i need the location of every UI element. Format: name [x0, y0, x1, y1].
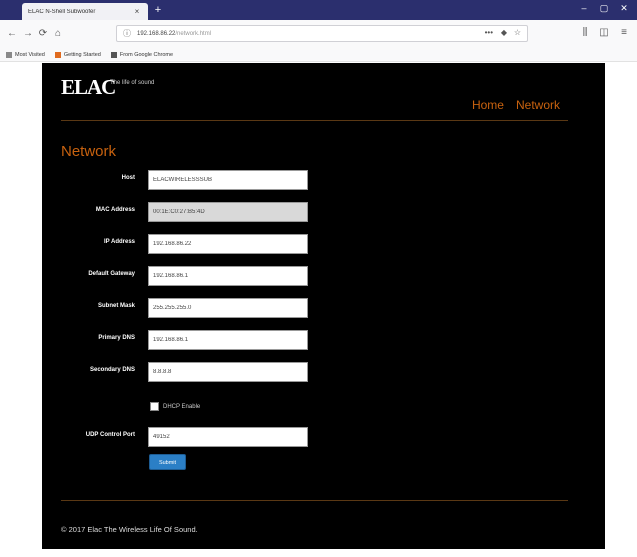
- tab-close-icon[interactable]: ×: [132, 7, 142, 16]
- reload-icon[interactable]: ⟳: [37, 28, 49, 39]
- udp-port-input[interactable]: [148, 427, 308, 447]
- sidebar-icon[interactable]: ◫: [597, 27, 611, 38]
- ip-address-input[interactable]: [148, 234, 308, 254]
- url-path: /network.html: [175, 30, 212, 37]
- gateway-row: Default Gateway: [42, 266, 605, 286]
- nav-toolbar: ← → ⟳ ⌂ ⓘ 192.168.86.22 /network.html ••…: [0, 20, 637, 49]
- tab-elac[interactable]: ELAC N-Shell Subwoofer ×: [22, 3, 148, 20]
- udp-row: UDP Control Port: [42, 427, 605, 447]
- bookmarks-toolbar: Most Visited Getting Started From Google…: [0, 48, 637, 62]
- url-host: 192.168.86.22: [137, 30, 176, 37]
- close-window-icon[interactable]: ✕: [617, 3, 631, 14]
- field-label: Host: [121, 175, 135, 181]
- field-label: MAC Address: [95, 207, 135, 213]
- maximize-icon[interactable]: ▢: [597, 3, 611, 14]
- page-title: Network: [61, 143, 117, 160]
- bookmark-from-chrome[interactable]: From Google Chrome: [110, 51, 173, 58]
- firefox-icon: [54, 51, 61, 58]
- host-input[interactable]: [148, 170, 308, 190]
- default-gateway-input[interactable]: [148, 266, 308, 286]
- logo-tagline: The life of sound: [110, 80, 155, 86]
- primary-dns-input[interactable]: [148, 330, 308, 350]
- secondary-dns-row: Secondary DNS: [42, 362, 605, 382]
- tab-title: ELAC N-Shell Subwoofer: [28, 8, 96, 15]
- subnet-mask-input[interactable]: [148, 298, 308, 318]
- forward-icon[interactable]: →: [22, 28, 34, 39]
- subnet-row: Subnet Mask: [42, 298, 605, 318]
- bookmark-star-icon[interactable]: ☆: [514, 28, 521, 37]
- tab-bar: ELAC N-Shell Subwoofer × + – ▢ ✕: [0, 0, 637, 20]
- url-bar[interactable]: ⓘ 192.168.86.22 /network.html ••• ◆ ☆: [116, 25, 528, 42]
- primary-dns-row: Primary DNS: [42, 330, 605, 350]
- top-nav: Home Network: [472, 98, 560, 112]
- bookmark-getting-started[interactable]: Getting Started: [54, 51, 101, 58]
- new-tab-button[interactable]: +: [152, 4, 164, 16]
- field-label: Default Gateway: [88, 271, 135, 277]
- page-info-icon[interactable]: ⓘ: [123, 28, 131, 39]
- back-icon[interactable]: ←: [6, 28, 18, 39]
- field-label: Primary DNS: [98, 335, 135, 341]
- ip-row: IP Address: [42, 234, 605, 254]
- footer-text: © 2017 Elac The Wireless Life Of Sound.: [61, 525, 198, 534]
- field-label: IP Address: [103, 239, 135, 245]
- home-icon[interactable]: ⌂: [52, 28, 64, 39]
- submit-button[interactable]: Submit: [149, 454, 186, 470]
- browser-window: ELAC N-Shell Subwoofer × + – ▢ ✕ ← → ⟳ ⌂…: [0, 0, 637, 557]
- mac-row: MAC Address: [42, 202, 605, 222]
- field-label: Subnet Mask: [97, 303, 135, 309]
- secondary-dns-input[interactable]: [148, 362, 308, 382]
- nav-home-link[interactable]: Home: [472, 98, 504, 112]
- mac-address-field: [148, 202, 308, 222]
- field-label: Secondary DNS: [89, 367, 135, 373]
- page-actions-icon[interactable]: •••: [485, 28, 493, 37]
- bookmark-most-visited[interactable]: Most Visited: [6, 51, 45, 58]
- page-content: ELAC The life of sound Home Network Netw…: [42, 63, 605, 549]
- dhcp-option: DHCP Enable: [150, 402, 200, 411]
- menu-icon[interactable]: ≡: [617, 27, 631, 38]
- dhcp-checkbox[interactable]: [150, 402, 159, 411]
- nav-network-link[interactable]: Network: [516, 98, 560, 112]
- field-label: UDP Control Port: [85, 432, 135, 438]
- footer-divider: [61, 500, 568, 501]
- minimize-icon[interactable]: –: [577, 3, 591, 13]
- elac-logo: ELAC: [61, 75, 116, 99]
- dhcp-label: DHCP Enable: [163, 403, 201, 410]
- pocket-icon[interactable]: ◆: [501, 28, 507, 37]
- gear-icon: [6, 51, 12, 58]
- host-row: Host: [42, 170, 605, 190]
- folder-icon: [110, 51, 117, 58]
- library-icon[interactable]: ⫼: [578, 27, 592, 38]
- header-divider: [61, 120, 568, 121]
